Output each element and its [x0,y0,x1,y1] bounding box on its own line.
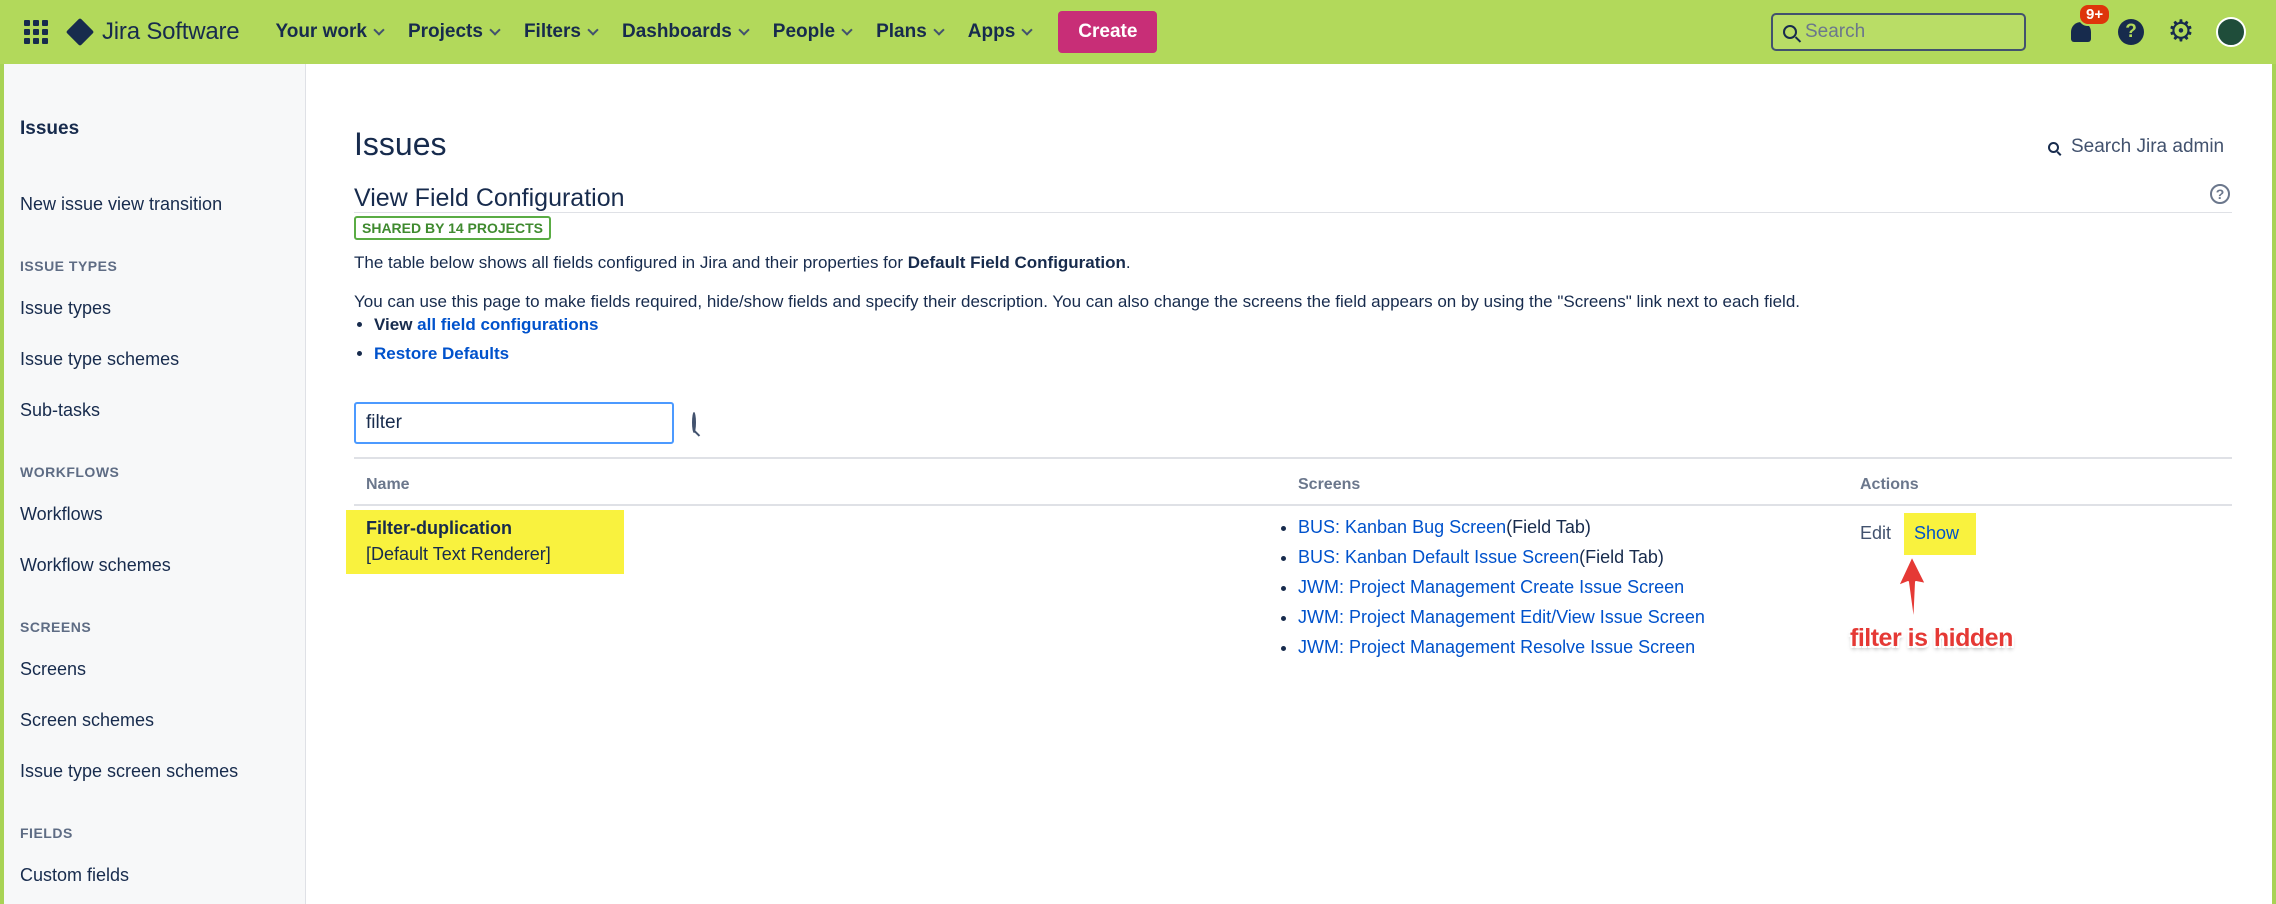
sidebar-item-screen-schemes[interactable]: Screen schemes [20,710,154,731]
edit-field-link[interactable]: Edit [1860,523,1891,544]
create-button[interactable]: Create [1058,11,1158,53]
sidebar-heading-screens: SCREENS [20,619,92,635]
list-item: JWM: Project Management Create Issue Scr… [1298,576,1705,598]
search-jira-admin-label: Search Jira admin [2071,136,2225,157]
jira-diamond-icon [65,17,95,47]
sidebar-heading-fields: FIELDS [20,825,73,841]
sidebar-item-new-issue-view-transition[interactable]: New issue view transition [20,194,222,215]
screen-link[interactable]: BUS: Kanban Bug Screen [1298,517,1506,537]
help-icon: ? [2118,19,2144,45]
nav-dashboards[interactable]: Dashboards [622,21,750,43]
nav-people[interactable]: People [773,21,853,43]
list-item: JWM: Project Management Resolve Issue Sc… [1298,636,1705,658]
nav-plans[interactable]: Plans [876,21,945,43]
gear-icon: ⚙ [2167,15,2195,48]
top-navigation: Jira Software Your work Projects Filters… [0,0,2276,64]
screen-link[interactable]: BUS: Kanban Default Issue Screen [1298,547,1579,567]
screen-link[interactable]: JWM: Project Management Edit/View Issue … [1298,607,1705,627]
global-search-input[interactable] [1805,21,2005,43]
sidebar-item-issue-type-schemes[interactable]: Issue type schemes [20,349,179,370]
column-header-actions: Actions [1860,476,1919,493]
search-icon [692,412,696,433]
field-renderer: [Default Text Renderer] [366,544,551,564]
help-button[interactable]: ? [2114,15,2148,49]
help-icon[interactable]: ? [2210,184,2230,204]
divider [354,212,2232,213]
sidebar-item-issue-types[interactable]: Issue types [20,298,111,319]
description-config: The table below shows all fields configu… [354,253,1131,272]
field-name: Filter-duplication [366,518,512,538]
screen-link[interactable]: JWM: Project Management Resolve Issue Sc… [1298,637,1695,657]
sidebar-item-sub-tasks[interactable]: Sub-tasks [20,400,100,421]
sidebar-title: Issues [20,118,80,139]
field-filter-input[interactable] [354,402,674,444]
show-field-link[interactable]: Show [1914,523,1959,544]
list-item: BUS: Kanban Bug Screen(Field Tab) [1298,516,1705,538]
search-icon [1783,25,1797,39]
section-title: View Field Configuration [354,184,625,212]
chevron-down-icon [1021,23,1033,36]
settings-button[interactable]: ⚙ [2164,15,2198,49]
screen-link[interactable]: JWM: Project Management Create Issue Scr… [1298,577,1684,597]
field-screens-list: BUS: Kanban Bug Screen(Field Tab) BUS: K… [1298,516,1705,666]
restore-defaults-link[interactable]: Restore Defaults [374,344,509,363]
sidebar-heading-issue-types: ISSUE TYPES [20,258,118,274]
notifications-button[interactable]: 9+ [2064,3,2112,49]
chevron-down-icon [933,23,945,36]
sidebar-item-custom-fields[interactable]: Custom fields [20,865,129,886]
chevron-down-icon [738,23,750,36]
filter-search-button[interactable] [692,412,696,433]
global-search[interactable] [1771,13,2026,51]
window-frame [0,0,2276,904]
profile-button[interactable] [2214,15,2248,49]
annotation-callout: filter is hidden [1850,624,2013,652]
search-jira-admin-link[interactable]: Search Jira admin [2048,136,2224,158]
admin-sidebar: Issues New issue view transition ISSUE T… [4,64,306,904]
actions-list: View all field configurations Restore De… [374,314,599,372]
jira-logo[interactable]: Jira Software [65,17,240,47]
product-name: Jira Software [102,18,240,45]
list-item: JWM: Project Management Edit/View Issue … [1298,606,1705,628]
chevron-down-icon [373,23,385,36]
sidebar-item-screens[interactable]: Screens [20,659,86,680]
nav-your-work[interactable]: Your work [275,21,385,43]
page-title: Issues [354,126,447,162]
chevron-down-icon [841,23,853,36]
column-header-name: Name [366,476,410,493]
chevron-down-icon [489,23,501,36]
sidebar-item-workflows[interactable]: Workflows [20,504,103,525]
list-item: BUS: Kanban Default Issue Screen(Field T… [1298,546,1705,568]
annotation-arrow-icon [1897,555,1927,627]
column-header-screens: Screens [1298,476,1361,493]
list-item: View all field configurations [374,314,599,336]
notification-badge: 9+ [2078,3,2112,26]
description-usage: You can use this page to make fields req… [354,292,1801,311]
search-icon [2048,141,2059,153]
divider [354,457,2232,459]
sidebar-item-workflow-schemes[interactable]: Workflow schemes [20,555,171,576]
chevron-down-icon [587,23,599,36]
all-field-configurations-link[interactable]: all field configurations [417,315,598,334]
avatar [2216,17,2246,47]
shared-projects-badge[interactable]: SHARED BY 14 PROJECTS [354,216,552,240]
divider [354,504,2232,506]
nav-projects[interactable]: Projects [408,21,501,43]
nav-apps[interactable]: Apps [968,21,1033,43]
sidebar-item-issue-type-screen-schemes[interactable]: Issue type screen schemes [20,761,238,782]
app-switcher-icon[interactable] [24,20,48,44]
top-right-controls: 9+ ? ⚙ [1771,0,2248,64]
list-item: Restore Defaults [374,343,599,365]
sidebar-heading-workflows: WORKFLOWS [20,464,120,480]
nav-filters[interactable]: Filters [524,21,599,43]
